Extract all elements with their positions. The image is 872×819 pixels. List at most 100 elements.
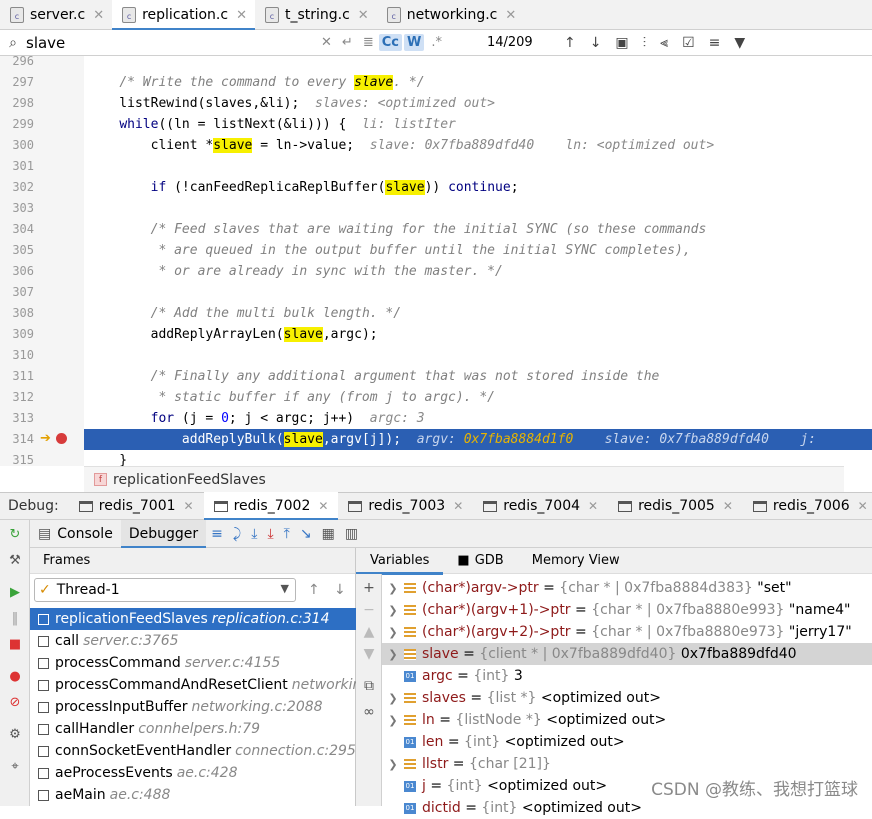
thread-selector[interactable]: ✓ Thread-1 ▼ [34, 578, 296, 602]
variable-row[interactable]: ❯ slave = {client * | 0x7fba889dfd40} 0x7… [382, 643, 872, 665]
next-occurrence-icon[interactable]: ↓ [590, 35, 602, 51]
code-line[interactable]: 310 [0, 345, 872, 366]
settings-wrench-icon[interactable]: ⚒ [8, 554, 22, 568]
close-icon[interactable]: ✕ [505, 8, 516, 23]
show-watches-icon[interactable]: ∞ [362, 704, 376, 720]
variable-row[interactable]: ❯ slaves = {list *} <optimized out> [382, 687, 872, 709]
close-icon[interactable]: ✕ [318, 499, 328, 513]
stop-icon[interactable]: ■ [8, 638, 22, 652]
variable-row[interactable]: ❯ (char*)(argv+2)->ptr = {char * | 0x7fba… [382, 621, 872, 643]
code-line[interactable]: 313 for (j = 0; j < argc; j++) argc: 3 [0, 408, 872, 429]
code-line[interactable]: 300 client *slave = ln->value; slave: 0x… [0, 135, 872, 156]
editor-tab-networking-c[interactable]: c networking.c ✕ [377, 0, 525, 30]
code-line[interactable]: 299 while((ln = listNext(&li))) { li: li… [0, 114, 872, 135]
code-line[interactable]: 309 addReplyArrayLen(slave,argc); [0, 324, 872, 345]
code-line[interactable]: 307 [0, 282, 872, 303]
editor-tab-server-c[interactable]: c server.c ✕ [0, 0, 112, 30]
gutter[interactable]: 314 ➔ [0, 429, 84, 450]
close-icon[interactable]: ✕ [184, 499, 194, 513]
pause-icon[interactable]: ‖ [8, 612, 22, 626]
duplicate-watch-icon[interactable]: ⧉ [362, 678, 376, 694]
editor-tab-replication-c[interactable]: c replication.c ✕ [112, 0, 255, 31]
regex-toggle[interactable]: .* [431, 35, 442, 50]
debug-session-tab[interactable]: redis_7004 ✕ [473, 492, 608, 520]
tab-memory-view[interactable]: Memory View [518, 548, 634, 574]
gutter[interactable]: 311 [0, 366, 84, 387]
gutter[interactable]: 303 [0, 198, 84, 219]
gutter[interactable]: 298 [0, 93, 84, 114]
tab-console[interactable]: ▤ Console [30, 520, 121, 548]
code-line[interactable]: 315 } [0, 450, 872, 466]
stack-frame[interactable]: processInputBuffer networking.c:2088 [30, 696, 356, 718]
close-icon[interactable]: ✕ [453, 499, 463, 513]
code-line[interactable]: 297 /* Write the command to every slave.… [0, 72, 872, 93]
add-selection-icon[interactable]: ⫶ [643, 35, 647, 51]
editor-tab-t_string-c[interactable]: c t_string.c ✕ [255, 0, 377, 30]
gutter[interactable]: 315 [0, 450, 84, 466]
stack-frame[interactable]: processCommand server.c:4155 [30, 652, 356, 674]
frame-down-icon[interactable]: ↓ [334, 582, 346, 598]
gutter[interactable]: 299 [0, 114, 84, 135]
code-editor[interactable]: 296 297 /* Write the command to every sla… [0, 56, 872, 466]
layout-icon[interactable]: ▥ [345, 526, 358, 542]
select-all-icon[interactable]: ☑ [682, 35, 695, 51]
variable-row[interactable]: 01 argc = {int} 3 [382, 665, 872, 687]
breakpoint-icon[interactable] [56, 433, 67, 444]
code-line[interactable]: 311 /* Finally any additional argument t… [0, 366, 872, 387]
variable-row[interactable]: ❯ ln = {listNode *} <optimized out> [382, 709, 872, 731]
show-execution-point-icon[interactable]: ≡ [211, 526, 223, 542]
stack-frame[interactable]: aeMain ae.c:488 [30, 784, 356, 806]
resume-icon[interactable]: ▶ [8, 586, 22, 600]
clear-search-icon[interactable]: ✕ [321, 35, 332, 50]
variable-row[interactable]: ❯ (char*)argv->ptr = {char * | 0x7fba8884… [382, 577, 872, 599]
gutter[interactable]: 304 [0, 219, 84, 240]
close-icon[interactable]: ✕ [858, 499, 868, 513]
debug-session-tab[interactable]: redis_7003 ✕ [338, 492, 473, 520]
chevron-right-icon[interactable]: ❯ [382, 714, 404, 727]
chevron-right-icon[interactable]: ❯ [382, 648, 404, 661]
select-all-occurrences-icon[interactable]: ▣ [615, 35, 628, 51]
force-step-into-icon[interactable]: ⤓ [267, 526, 273, 542]
pin-icon[interactable]: ⌖ [8, 760, 22, 774]
mute-breakpoints-icon[interactable]: ⊘ [8, 696, 22, 710]
gutter[interactable]: 313 [0, 408, 84, 429]
close-icon[interactable]: ✕ [358, 8, 369, 23]
gutter[interactable]: 302 [0, 177, 84, 198]
new-line-icon[interactable]: ↵ [342, 35, 353, 50]
variable-row[interactable]: ❯ llstr = {char [21]} [382, 753, 872, 775]
gutter[interactable]: 308 [0, 303, 84, 324]
debug-session-tab[interactable]: redis_7005 ✕ [608, 492, 743, 520]
evaluate-expression-icon[interactable]: ▦ [322, 526, 335, 542]
remove-watch-icon[interactable]: − [362, 602, 376, 618]
add-watch-icon[interactable]: + [362, 580, 376, 596]
gutter[interactable]: 300 [0, 135, 84, 156]
close-icon[interactable]: ✕ [93, 8, 104, 23]
chevron-right-icon[interactable]: ❯ [382, 582, 404, 595]
tab-variables[interactable]: Variables [356, 548, 444, 575]
step-over-icon[interactable]: ⤸ [233, 526, 241, 542]
code-line[interactable]: 303 [0, 198, 872, 219]
code-line[interactable]: 306 * or are already in sync with the ma… [0, 261, 872, 282]
gutter[interactable]: 310 [0, 345, 84, 366]
search-input[interactable]: slave [26, 34, 316, 52]
tab-debugger[interactable]: Debugger [120, 519, 207, 549]
variable-row[interactable]: 01 len = {int} <optimized out> [382, 731, 872, 753]
variable-row[interactable]: 01 dictid = {int} <optimized out> [382, 797, 872, 819]
multiline-icon[interactable]: ≣ [363, 35, 374, 50]
gutter[interactable]: 296 [0, 56, 84, 72]
match-case-toggle[interactable]: Cc [378, 34, 402, 51]
whole-word-toggle[interactable]: W [403, 34, 425, 51]
previous-occurrence-icon[interactable]: ↑ [564, 35, 576, 51]
stack-frame[interactable]: processCommandAndResetClient networkin [30, 674, 356, 696]
gutter[interactable]: 297 [0, 72, 84, 93]
debug-session-tab[interactable]: redis_7006 ✕ [743, 492, 872, 520]
chevron-right-icon[interactable]: ❯ [382, 692, 404, 705]
move-up-icon[interactable]: ▲ [362, 624, 376, 640]
gutter[interactable]: 305 [0, 240, 84, 261]
code-line[interactable]: 296 [0, 56, 872, 72]
chevron-right-icon[interactable]: ❯ [382, 604, 404, 617]
close-icon[interactable]: ✕ [236, 8, 247, 23]
stack-frame[interactable]: aeProcessEvents ae.c:428 [30, 762, 356, 784]
run-to-cursor-icon[interactable]: ↘ [300, 526, 312, 542]
breadcrumb[interactable]: f replicationFeedSlaves [84, 466, 844, 492]
